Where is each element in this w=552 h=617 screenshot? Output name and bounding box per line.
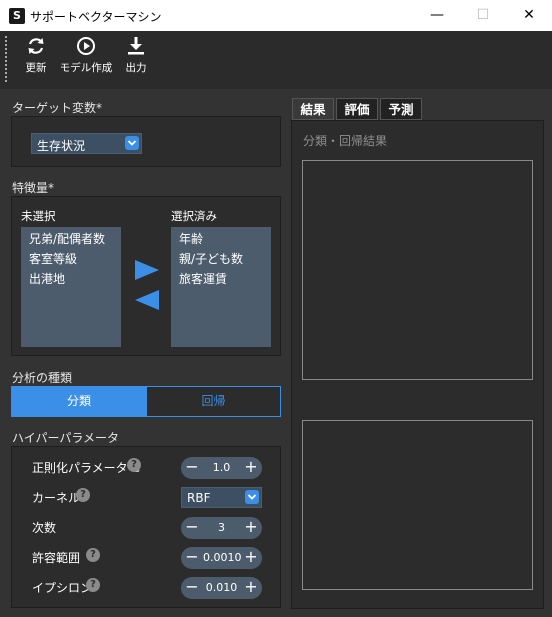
plus-button[interactable]: + bbox=[240, 457, 262, 479]
param-epsilon-stepper[interactable]: − 0.010 + bbox=[181, 577, 262, 599]
download-icon bbox=[128, 37, 144, 55]
export-button[interactable]: 出力 bbox=[120, 34, 152, 84]
list-item[interactable]: 親/子ども数 bbox=[179, 250, 243, 267]
list-item[interactable]: 旅客運賃 bbox=[179, 270, 227, 287]
refresh-button[interactable]: 更新 bbox=[20, 34, 52, 84]
result-box-top bbox=[302, 160, 533, 380]
remove-feature-button[interactable] bbox=[134, 289, 160, 311]
arrow-right-icon bbox=[135, 260, 159, 280]
arrow-left-icon bbox=[135, 290, 159, 310]
selected-label: 選択済み bbox=[171, 209, 217, 223]
minus-button[interactable]: − bbox=[181, 547, 203, 569]
refresh-label: 更新 bbox=[25, 62, 47, 74]
help-icon[interactable]: ? bbox=[127, 458, 141, 472]
minus-button[interactable]: − bbox=[181, 577, 203, 599]
results-heading: 分類・回帰結果 bbox=[303, 134, 388, 148]
selected-listbox[interactable]: 年齢 親/子ども数 旅客運賃 bbox=[171, 227, 271, 347]
minimize-button[interactable]: — bbox=[414, 0, 460, 31]
list-item[interactable]: 出港地 bbox=[29, 270, 65, 287]
maximize-button[interactable]: ☐ bbox=[460, 0, 506, 31]
param-kernel-label: カーネル bbox=[32, 491, 81, 505]
unselected-label: 未選択 bbox=[21, 209, 56, 223]
plus-button[interactable]: + bbox=[240, 577, 262, 599]
unselected-listbox[interactable]: 兄弟/配偶者数 客室等級 出港地 bbox=[21, 227, 121, 347]
list-item[interactable]: 年齢 bbox=[179, 230, 203, 247]
tab-prediction[interactable]: 予測 bbox=[380, 98, 422, 120]
param-c-value[interactable]: 1.0 bbox=[203, 461, 240, 474]
target-select-value: 生存状況 bbox=[37, 139, 86, 153]
toolbar-grip[interactable] bbox=[5, 36, 8, 82]
param-degree-stepper[interactable]: − 3 + bbox=[181, 517, 262, 539]
kernel-select[interactable]: RBF bbox=[181, 487, 262, 508]
create-model-label: モデル作成 bbox=[59, 62, 113, 74]
param-tolerance-stepper[interactable]: − 0.0010 + bbox=[181, 547, 262, 569]
minus-button[interactable]: − bbox=[181, 457, 203, 479]
param-epsilon-label: イプシロン bbox=[32, 581, 93, 595]
plus-button[interactable]: + bbox=[240, 517, 262, 539]
plus-button[interactable]: + bbox=[240, 547, 262, 569]
add-feature-button[interactable] bbox=[134, 259, 160, 281]
param-tolerance-label: 許容範囲 bbox=[32, 551, 81, 565]
chevron-down-icon bbox=[245, 490, 259, 504]
refresh-icon bbox=[28, 38, 44, 54]
chevron-down-icon bbox=[125, 136, 139, 150]
hyper-section-title: ハイパーパラメータ bbox=[12, 431, 120, 445]
help-icon[interactable]: ? bbox=[86, 578, 100, 592]
app-icon: S bbox=[9, 8, 25, 24]
target-select[interactable]: 生存状況 bbox=[31, 133, 142, 154]
analysis-section-title: 分析の種類 bbox=[12, 371, 73, 385]
play-circle-icon bbox=[77, 37, 95, 55]
result-box-bottom bbox=[302, 420, 533, 590]
param-c-stepper[interactable]: − 1.0 + bbox=[181, 457, 262, 479]
param-epsilon-value[interactable]: 0.010 bbox=[203, 581, 240, 594]
export-label: 出力 bbox=[125, 62, 147, 74]
features-section-title: 特徴量* bbox=[12, 181, 55, 195]
segment-regression[interactable]: 回帰 bbox=[146, 386, 281, 417]
close-button[interactable]: ✕ bbox=[506, 0, 552, 31]
minus-button[interactable]: − bbox=[181, 517, 203, 539]
target-section-title: ターゲット変数* bbox=[12, 101, 103, 115]
param-c-label: 正則化パラメータ C bbox=[32, 461, 140, 475]
list-item[interactable]: 客室等級 bbox=[29, 250, 77, 267]
help-icon[interactable]: ? bbox=[86, 548, 100, 562]
param-degree-label: 次数 bbox=[32, 521, 57, 535]
segment-classification[interactable]: 分類 bbox=[11, 386, 147, 417]
kernel-select-value: RBF bbox=[187, 491, 211, 505]
tab-results[interactable]: 結果 bbox=[292, 98, 334, 120]
window-title: サポートベクターマシン bbox=[30, 10, 162, 24]
param-tolerance-value[interactable]: 0.0010 bbox=[203, 551, 242, 564]
param-degree-value[interactable]: 3 bbox=[203, 521, 240, 534]
help-icon[interactable]: ? bbox=[76, 488, 90, 502]
tab-evaluation[interactable]: 評価 bbox=[336, 98, 378, 120]
list-item[interactable]: 兄弟/配偶者数 bbox=[29, 230, 105, 247]
create-model-button[interactable]: モデル作成 bbox=[56, 34, 116, 84]
